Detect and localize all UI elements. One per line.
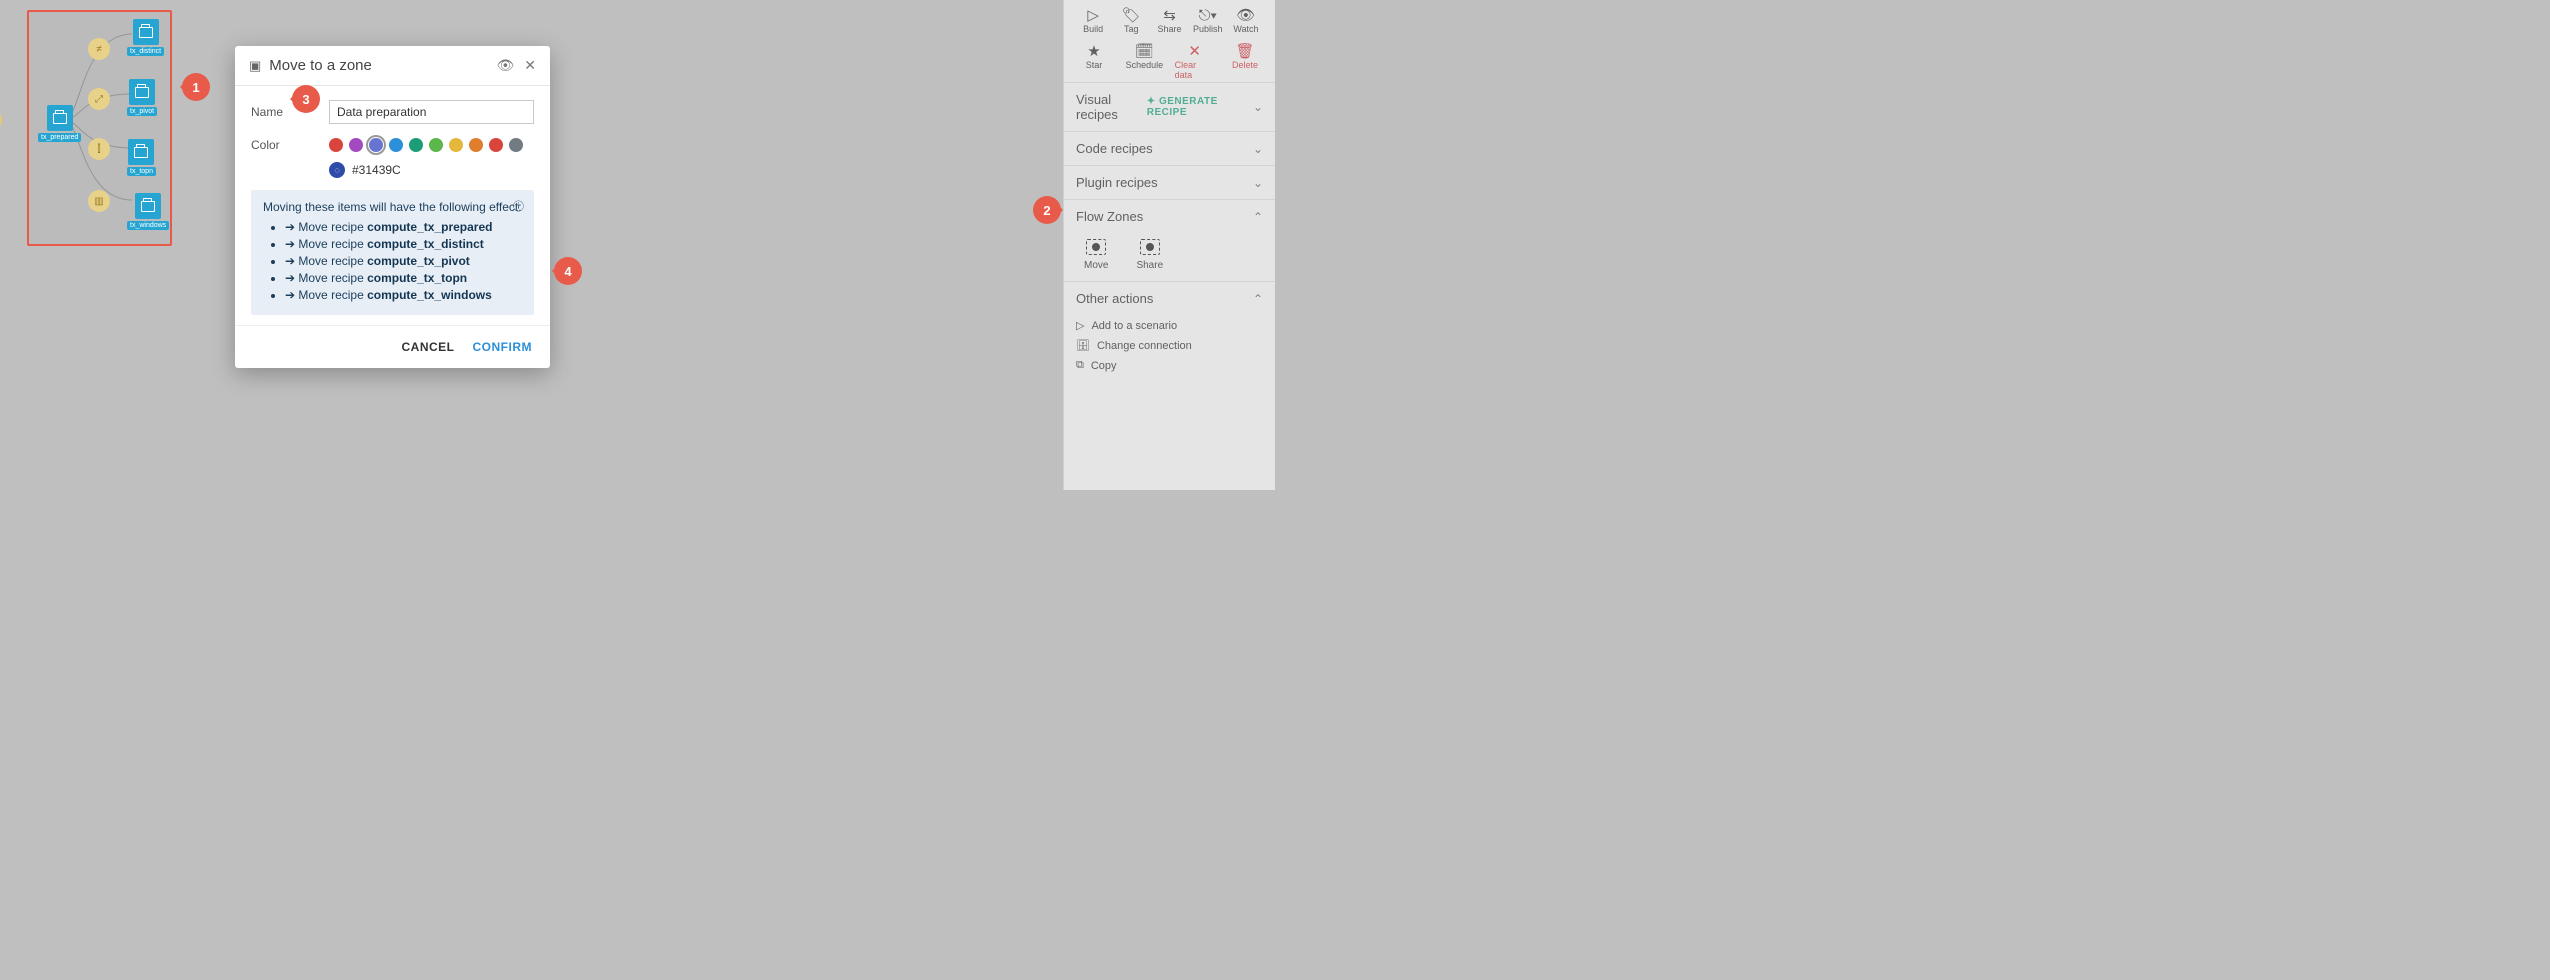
label: Clear data (1175, 60, 1215, 80)
effect-item: ➔ Move recipe compute_tx_prepared (285, 220, 522, 234)
chevron-down-icon: ⌄ (1253, 100, 1263, 114)
label: Star (1086, 60, 1103, 70)
actions-row-1: ▷Build 🏷Tag ⇆Share ⎋▾Publish 👁Watch (1064, 0, 1275, 36)
label: Share (1136, 260, 1163, 271)
label: Tag (1124, 24, 1139, 34)
effects-intro: Moving these items will have the followi… (263, 200, 522, 214)
change-connection[interactable]: 🗄Change connection (1076, 339, 1263, 352)
color-swatch[interactable] (489, 138, 503, 152)
section-flow-zones[interactable]: Flow Zones ⌃ (1064, 199, 1275, 233)
label: Plugin recipes (1076, 175, 1158, 190)
eye-icon[interactable]: 👁 (496, 57, 514, 74)
dataset-tx_pivot[interactable]: tx_pivot (127, 79, 157, 116)
copy-icon: ⧉ (1076, 359, 1084, 372)
effects-panel: ⓘ Moving these items will have the follo… (251, 190, 534, 315)
recipe-pivot-icon[interactable]: ⤢ (88, 88, 110, 110)
section-plugin-recipes[interactable]: Plugin recipes ⌄ (1064, 165, 1275, 199)
color-swatch[interactable] (409, 138, 423, 152)
label: Other actions (1076, 291, 1153, 306)
effect-item: ➔ Move recipe compute_tx_windows (285, 288, 522, 302)
dataset-label: tx_topn (127, 167, 156, 176)
chevron-down-icon: ⌄ (1253, 176, 1263, 190)
color-swatch[interactable] (429, 138, 443, 152)
delete-button[interactable]: 🗑Delete (1225, 42, 1265, 70)
publish-button[interactable]: ⎋▾Publish (1189, 6, 1227, 34)
copy[interactable]: ⧉Copy (1076, 359, 1263, 372)
dataset-label: tx_prepared (38, 133, 81, 142)
recipe-topn-icon[interactable]: ⫿ (88, 138, 110, 160)
recipe-windows-icon[interactable]: ▥ (88, 190, 110, 212)
section-visual-recipes[interactable]: Visual recipes ✦ GENERATE RECIPE ⌄ (1064, 82, 1275, 131)
other-actions-list: ▷Add to a scenario 🗄Change connection ⧉C… (1064, 315, 1275, 382)
dataset-tx_topn[interactable]: tx_topn (127, 139, 156, 176)
color-swatch[interactable] (369, 138, 383, 152)
dataset-label: tx_pivot (127, 107, 157, 116)
color-swatch[interactable] (389, 138, 403, 152)
label: Publish (1193, 24, 1223, 34)
cancel-button[interactable]: CANCEL (402, 340, 455, 354)
dataset-tx_distinct[interactable]: tx_distinct (127, 19, 164, 56)
modal-header: ▣ Move to a zone 👁 ✕ (235, 46, 550, 86)
label: Watch (1233, 24, 1258, 34)
label: Schedule (1126, 60, 1164, 70)
callout-3: 3 (292, 85, 320, 113)
right-panel: + ✦ ▷Build 🏷Tag ⇆Share ⎋▾Publish 👁Watch … (1063, 0, 1275, 490)
hex-value: #31439C (352, 163, 401, 177)
color-drop-icon[interactable]: ◌ (329, 162, 345, 178)
share-to-zone-button[interactable]: Share (1136, 239, 1163, 271)
section-other-actions[interactable]: Other actions ⌃ (1064, 281, 1275, 315)
flow-zone-actions: Move Share (1064, 233, 1275, 281)
chevron-up-icon: ⌃ (1253, 292, 1263, 306)
label: Visual recipes (1076, 92, 1147, 122)
callout-1: 1 (182, 73, 210, 101)
callout-2: 2 (1033, 196, 1061, 224)
label: Build (1083, 24, 1103, 34)
add-to-scenario[interactable]: ▷Add to a scenario (1076, 319, 1263, 332)
label: Share (1157, 24, 1181, 34)
play-icon: ▷ (1076, 319, 1084, 332)
watch-button[interactable]: 👁Watch (1227, 6, 1265, 34)
color-swatch[interactable] (509, 138, 523, 152)
clear-data-button[interactable]: ✕Clear data (1175, 42, 1215, 80)
effect-item: ➔ Move recipe compute_tx_topn (285, 271, 522, 285)
move-to-zone-button[interactable]: Move (1084, 239, 1108, 271)
zone-name-input[interactable] (329, 100, 534, 124)
chevron-down-icon: ⌄ (1253, 142, 1263, 156)
callout-4: 4 (554, 257, 582, 285)
effect-item: ➔ Move recipe compute_tx_distinct (285, 237, 522, 251)
color-swatch[interactable] (469, 138, 483, 152)
dataset-label: tx_distinct (127, 47, 164, 56)
color-swatch[interactable] (449, 138, 463, 152)
share-button[interactable]: ⇆Share (1150, 6, 1188, 34)
confirm-button[interactable]: CONFIRM (473, 340, 533, 354)
schedule-button[interactable]: 🗓Schedule (1124, 42, 1164, 70)
color-swatch[interactable] (349, 138, 363, 152)
label: Delete (1232, 60, 1258, 70)
modal-title: Move to a zone (269, 57, 486, 74)
dataset-tx_windows[interactable]: tx_windows (127, 193, 169, 230)
label: Code recipes (1076, 141, 1153, 156)
label: Move (1084, 260, 1108, 271)
recipe-upstream-icon[interactable]: ✎ (0, 110, 2, 130)
zone-icon: ▣ (249, 58, 261, 74)
color-swatches (329, 138, 523, 152)
star-button[interactable]: ★Star (1074, 42, 1114, 70)
color-swatch[interactable] (329, 138, 343, 152)
db-icon: 🗄 (1076, 339, 1090, 352)
build-button[interactable]: ▷Build (1074, 6, 1112, 34)
recipe-distinct-icon[interactable]: ≠ (88, 38, 110, 60)
actions-row-2: ★Star 🗓Schedule ✕Clear data 🗑Delete (1064, 36, 1275, 82)
generate-recipe-button[interactable]: ✦ GENERATE RECIPE (1147, 96, 1245, 118)
section-code-recipes[interactable]: Code recipes ⌄ (1064, 131, 1275, 165)
dataset-tx_prepared[interactable]: tx_prepared (38, 105, 81, 142)
tag-button[interactable]: 🏷Tag (1112, 6, 1150, 34)
chevron-up-icon: ⌃ (1253, 210, 1263, 224)
dataset-label: tx_windows (127, 221, 169, 230)
effect-item: ➔ Move recipe compute_tx_pivot (285, 254, 522, 268)
label: Flow Zones (1076, 209, 1143, 224)
color-label: Color (251, 138, 329, 152)
info-icon: ⓘ (513, 198, 524, 214)
close-icon[interactable]: ✕ (524, 57, 536, 74)
